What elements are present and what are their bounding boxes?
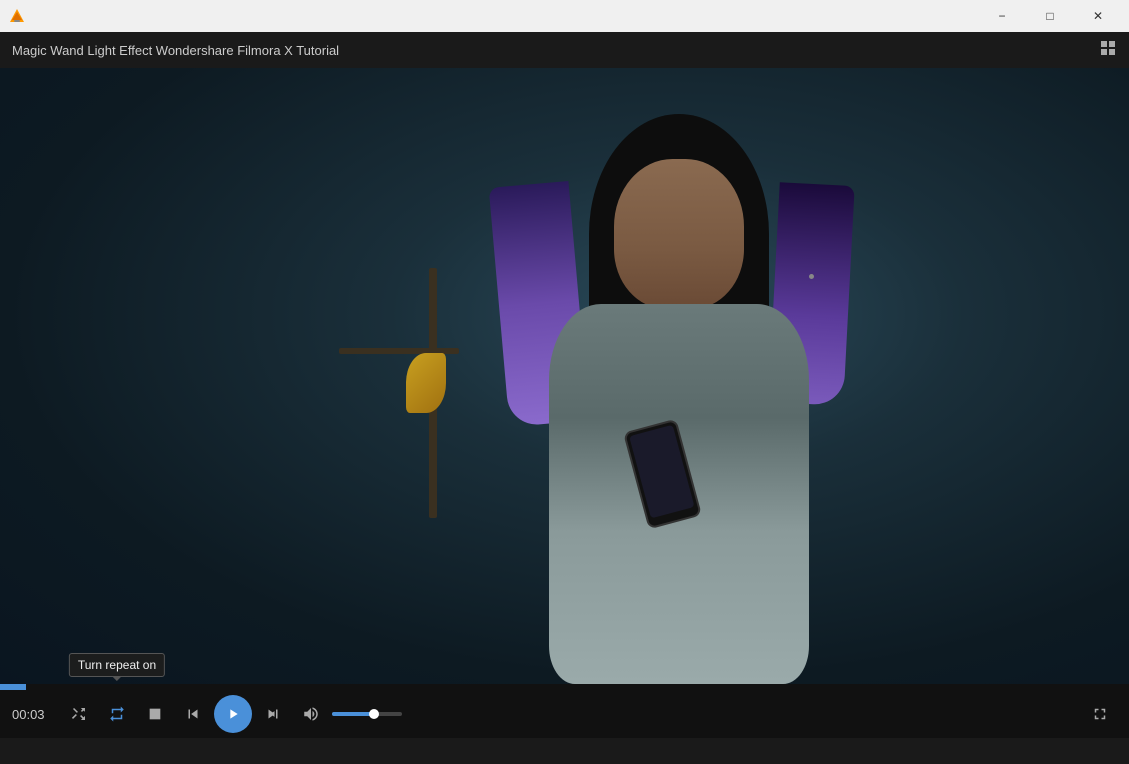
volume-icon (302, 705, 320, 723)
person-figure (489, 104, 869, 684)
shuffle-icon (70, 705, 88, 723)
controls-right (1083, 697, 1117, 731)
video-area (0, 68, 1129, 684)
grid-view-button[interactable] (1099, 39, 1117, 62)
repeat-icon (108, 705, 126, 723)
fastforward-icon (264, 705, 282, 723)
controls-bar: 00:03 Turn repeat on (0, 690, 1129, 738)
volume-knob (369, 709, 379, 719)
shuffle-button[interactable] (62, 697, 96, 731)
earring (809, 274, 814, 279)
grid-icon (1099, 39, 1117, 57)
repeat-button[interactable]: Turn repeat on (100, 697, 134, 731)
minimize-button[interactable]: − (979, 0, 1025, 32)
volume-fill (332, 712, 374, 716)
play-icon (225, 706, 241, 722)
volume-button[interactable] (294, 697, 328, 731)
fullscreen-icon (1091, 705, 1109, 723)
fullscreen-button[interactable] (1083, 697, 1117, 731)
play-button[interactable] (214, 695, 252, 733)
rewind-icon (184, 705, 202, 723)
controls-left: 00:03 Turn repeat on (12, 695, 402, 733)
volume-slider[interactable] (332, 712, 402, 716)
fastforward-button[interactable] (256, 697, 290, 731)
window-controls: − □ ✕ (979, 0, 1121, 32)
maximize-button[interactable]: □ (1027, 0, 1073, 32)
volume-slider-container (332, 712, 402, 716)
close-button[interactable]: ✕ (1075, 0, 1121, 32)
stop-icon (147, 706, 163, 722)
title-bar: − □ ✕ (0, 0, 1129, 32)
app-icon (8, 7, 26, 25)
app-header: Magic Wand Light Effect Wondershare Film… (0, 32, 1129, 68)
app-title: Magic Wand Light Effect Wondershare Film… (12, 43, 339, 58)
rewind-button[interactable] (176, 697, 210, 731)
person-face (614, 159, 744, 309)
video-canvas (0, 68, 1129, 684)
title-bar-left (8, 7, 26, 25)
stop-button[interactable] (138, 697, 172, 731)
time-display: 00:03 (12, 707, 50, 722)
